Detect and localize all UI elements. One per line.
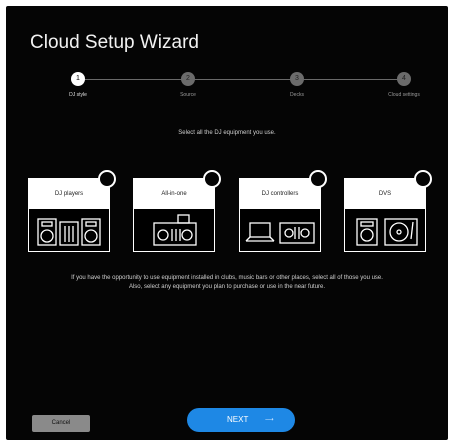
equipment-card-dj-players[interactable]: DJ players [28, 170, 116, 252]
select-radio[interactable] [414, 170, 432, 188]
instruction-text: Select all the DJ equipment you use. [178, 130, 276, 136]
window-title: Cloud Setup Wizard [30, 32, 199, 53]
cdj-mixer-icon [37, 218, 101, 246]
step-dj-style: 1 DJ style [48, 72, 108, 98]
all-in-one-controller-icon [153, 214, 197, 246]
next-button-label: NEXT [227, 415, 249, 424]
card-label: DJ players [29, 179, 109, 209]
card-label: DVS [345, 179, 425, 209]
step-cloud-settings: 4 Cloud settings [374, 72, 434, 98]
select-radio[interactable] [309, 170, 327, 188]
arrow-right-icon: ⟶ [265, 417, 274, 423]
equipment-note: If you have the opportunity to use equip… [26, 274, 428, 292]
equipment-card-all-in-one[interactable]: All-in-one [133, 170, 221, 252]
step-label: Source [180, 92, 196, 98]
note-line-1: If you have the opportunity to use equip… [71, 275, 383, 281]
turntable-icon [356, 218, 418, 246]
note-line-2: Also, select any equipment you plan to p… [128, 284, 326, 290]
select-radio[interactable] [203, 170, 221, 188]
wizard-window: Cloud Setup Wizard 1 DJ style 2 Source 3… [6, 6, 448, 440]
step-indicator: 1 DJ style 2 Source 3 Decks 4 Cloud sett… [6, 72, 448, 112]
step-dot: 3 [290, 72, 304, 86]
step-label: DJ style [69, 92, 87, 98]
step-dot: 4 [397, 72, 411, 86]
equipment-card-dvs[interactable]: DVS [344, 170, 432, 252]
step-dot: 1 [71, 72, 85, 86]
step-label: Cloud settings [388, 92, 420, 98]
step-label: Decks [290, 92, 304, 98]
next-button[interactable]: NEXT ⟶ [187, 408, 295, 432]
cancel-button[interactable]: Cancel [32, 415, 90, 432]
card-label: DJ controllers [240, 179, 320, 209]
step-connector-line [78, 79, 408, 80]
equipment-card-dj-controllers[interactable]: DJ controllers [239, 170, 327, 252]
card-label: All-in-one [134, 179, 214, 209]
select-radio[interactable] [98, 170, 116, 188]
step-dot: 2 [181, 72, 195, 86]
laptop-controller-icon [245, 222, 315, 244]
step-decks: 3 Decks [267, 72, 327, 98]
step-source: 2 Source [158, 72, 218, 98]
